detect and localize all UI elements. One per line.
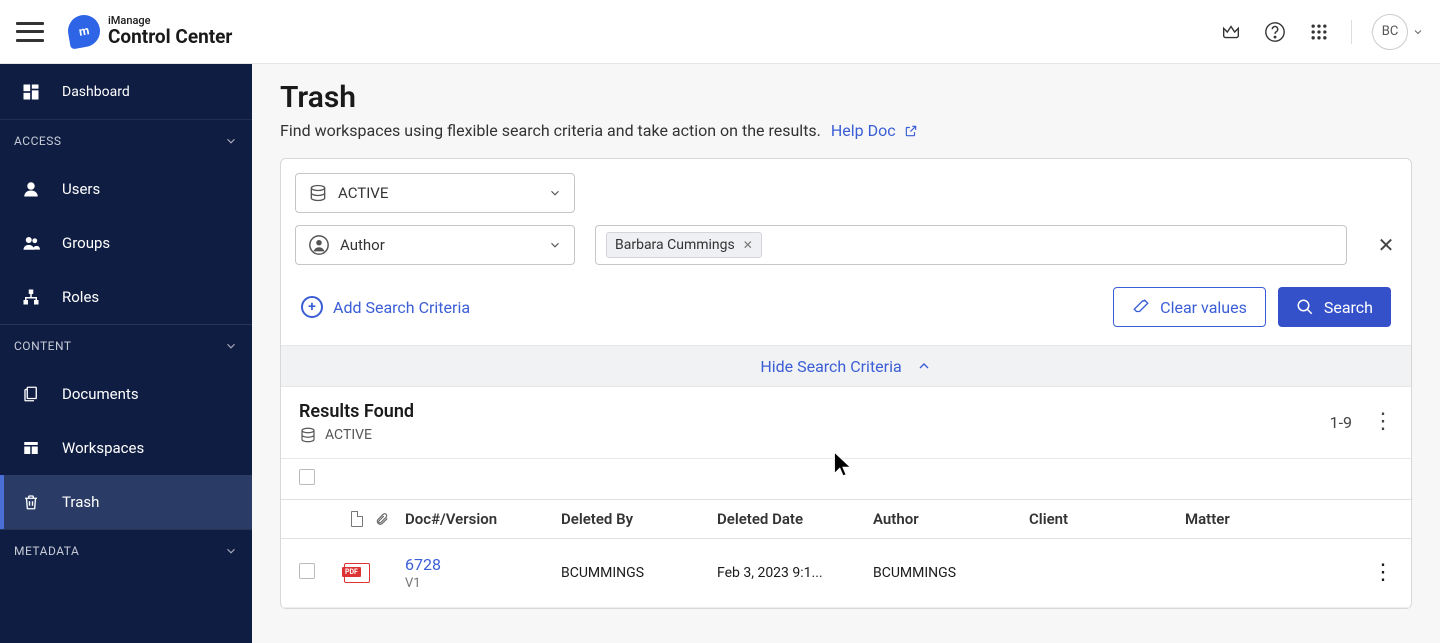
col-client[interactable]: Client [1029,510,1185,528]
group-icon [20,234,42,252]
sidebar-item-workspaces[interactable]: Workspaces [0,421,252,475]
page-title: Trash [280,80,1412,115]
apps-grid-icon[interactable] [1307,20,1331,44]
col-matter[interactable]: Matter [1185,510,1363,528]
results-header: Results Found ACTIVE 1-9 ⋮ [281,387,1411,458]
help-icon[interactable] [1263,20,1287,44]
sidebar-item-label: Trash [62,493,99,511]
plus-circle-icon: + [301,296,323,318]
sidebar-item-roles[interactable]: Roles [0,270,252,324]
hierarchy-icon [20,288,42,306]
person-circle-icon [308,234,330,256]
select-all-checkbox[interactable] [299,469,315,485]
row-menu-icon[interactable]: ⋮ [1372,560,1393,585]
col-deleted-by[interactable]: Deleted By [561,510,717,528]
sidebar-section-content[interactable]: CONTENT [0,325,252,367]
doc-number-link[interactable]: 6728 [405,555,561,574]
chevron-down-icon [548,238,562,252]
cell-deleted-date: Feb 3, 2023 9:1... [717,565,873,581]
avatar: BC [1372,14,1408,50]
sidebar-section-access[interactable]: ACCESS [0,120,252,162]
sidebar-section-metadata[interactable]: METADATA [0,530,252,572]
results-scope: ACTIVE [325,427,372,443]
criteria-type-select[interactable]: Author [295,225,575,265]
user-menu[interactable]: BC [1372,14,1424,50]
workspace-icon [20,439,42,457]
sidebar-item-label: Groups [62,234,110,252]
criteria-type-value: Author [340,236,385,254]
attachment-icon [375,510,405,528]
app-header: m iManage Control Center BC [0,0,1440,64]
database-icon [308,183,328,203]
col-deleted-date[interactable]: Deleted Date [717,510,873,528]
search-button[interactable]: Search [1278,287,1391,327]
trash-icon [20,492,42,512]
chevron-down-icon [1412,26,1424,38]
external-link-icon [904,124,918,138]
chevron-down-icon [224,544,238,558]
page-subtitle: Find workspaces using flexible search cr… [280,121,1412,140]
sidebar-item-label: Dashboard [62,84,130,100]
dashboard-icon [20,82,42,102]
chevron-down-icon [548,186,562,200]
add-criteria-button[interactable]: + Add Search Criteria [301,296,470,318]
chevron-down-icon [224,134,238,148]
database-icon [299,426,317,444]
scope-value: ACTIVE [338,184,388,202]
select-all-row [281,458,1411,499]
table-row[interactable]: 6728 V1 BCUMMINGS Feb 3, 2023 9:1... BCU… [281,539,1411,608]
sidebar-item-dashboard[interactable]: Dashboard [0,64,252,120]
row-checkbox[interactable] [299,563,315,579]
sidebar-item-label: Users [62,180,100,198]
sidebar-item-documents[interactable]: Documents [0,367,252,421]
chevron-up-icon [916,358,932,374]
sidebar-item-label: Workspaces [62,439,144,457]
sidebar-item-groups[interactable]: Groups [0,216,252,270]
search-icon [1296,298,1314,316]
col-doc[interactable]: Doc#/Version [405,510,561,528]
results-count: 1-9 [1330,413,1352,432]
documents-icon [20,384,42,404]
sidebar: Dashboard ACCESS Users Groups Roles C [0,64,252,643]
results-menu-icon[interactable]: ⋮ [1372,411,1393,433]
menu-toggle-icon[interactable] [16,22,44,42]
doc-version: V1 [405,576,561,591]
hide-criteria-toggle[interactable]: Hide Search Criteria [281,345,1411,387]
scope-select[interactable]: ACTIVE [295,173,575,213]
sidebar-item-trash[interactable]: Trash [0,475,252,529]
pdf-icon [344,563,370,583]
sidebar-item-users[interactable]: Users [0,162,252,216]
user-icon [20,180,42,198]
col-type-icon [339,510,375,528]
remove-criteria-row-icon[interactable]: ✕ [1375,234,1397,256]
search-card: ACTIVE Author Barbara Cummings ✕ [280,158,1412,609]
eraser-icon [1132,298,1150,316]
chevron-down-icon [224,339,238,353]
brand-large: Control Center [108,27,232,48]
brand-logo[interactable]: m iManage Control Center [68,15,232,48]
help-doc-link[interactable]: Help Doc [831,121,918,140]
cell-deleted-by: BCUMMINGS [561,565,717,581]
logo-badge-icon: m [65,13,102,50]
col-author[interactable]: Author [873,510,1029,528]
remove-tag-icon[interactable]: ✕ [743,238,753,252]
criteria-value-input[interactable]: Barbara Cummings ✕ [595,225,1347,265]
main-content: Trash Find workspaces using flexible sea… [252,64,1440,643]
crown-icon[interactable] [1219,20,1243,44]
sidebar-item-label: Roles [62,288,99,306]
clear-values-button[interactable]: Clear values [1113,287,1266,327]
filter-tag: Barbara Cummings ✕ [606,232,762,258]
cell-author: BCUMMINGS [873,565,1029,581]
sidebar-item-label: Documents [62,385,139,403]
table-header: Doc#/Version Deleted By Deleted Date Aut… [281,499,1411,539]
results-title: Results Found [299,401,414,422]
header-divider [1351,20,1352,44]
